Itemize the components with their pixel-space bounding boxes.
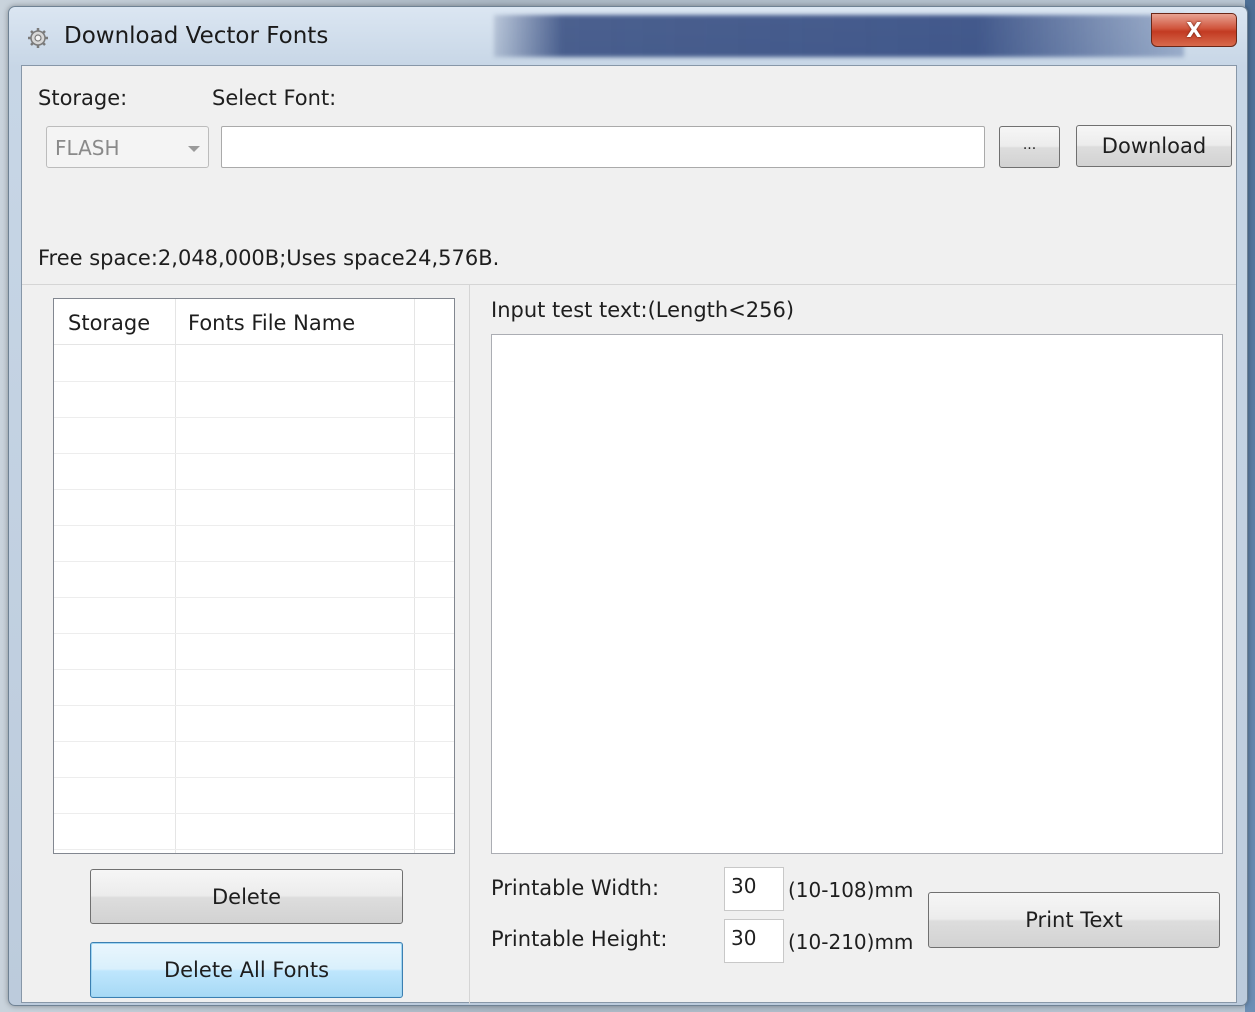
browse-button[interactable]: ...	[999, 126, 1060, 168]
grid-line	[54, 849, 454, 850]
gear-icon	[28, 28, 48, 48]
column-header-storage[interactable]: Storage	[68, 311, 150, 335]
delete-all-fonts-label: Delete All Fonts	[163, 958, 330, 982]
grid-line	[54, 489, 454, 490]
grid-line	[54, 741, 454, 742]
printable-width-input[interactable]: 30	[724, 867, 784, 911]
select-font-label: Select Font:	[212, 86, 337, 110]
printable-width-range: (10-108)mm	[788, 878, 914, 902]
delete-button-label: Delete	[212, 884, 281, 909]
download-button-label: Download	[1101, 134, 1207, 158]
grid-line	[54, 705, 454, 706]
delete-button[interactable]: Delete	[90, 869, 403, 924]
printable-height-input[interactable]: 30	[724, 919, 784, 963]
space-info: Free space:2,048,000B;Uses space24,576B.	[38, 246, 500, 270]
horizontal-divider	[22, 284, 1236, 285]
dialog-window: Download Vector Fonts X Storage: Select …	[8, 6, 1248, 1006]
test-text-area[interactable]	[491, 334, 1223, 854]
grid-line	[54, 777, 454, 778]
grid-line	[54, 669, 454, 670]
grid-line	[54, 381, 454, 382]
column-separator[interactable]	[175, 299, 176, 853]
close-icon: X	[1186, 18, 1202, 42]
title-glass	[494, 15, 1184, 57]
printable-width-label: Printable Width:	[491, 876, 660, 900]
title-bar[interactable]: Download Vector Fonts X	[9, 7, 1247, 65]
grid-line	[54, 453, 454, 454]
grid-line	[54, 633, 454, 634]
print-text-button[interactable]: Print Text	[928, 892, 1220, 948]
grid-line	[54, 417, 454, 418]
dialog-client-area: Storage: Select Font: FLASH ... Download…	[21, 65, 1237, 1004]
select-font-input[interactable]	[221, 126, 985, 168]
delete-all-fonts-button[interactable]: Delete All Fonts	[90, 942, 403, 998]
fonts-list-header: Storage Fonts File Name	[54, 299, 454, 345]
print-text-label: Print Text	[1025, 908, 1123, 932]
column-header-file-name[interactable]: Fonts File Name	[188, 311, 355, 335]
grid-line	[54, 561, 454, 562]
grid-line	[54, 597, 454, 598]
ellipsis-icon: ...	[1022, 137, 1037, 153]
test-text-label: Input test text:(Length<256)	[491, 298, 795, 322]
storage-combobox-value: FLASH	[55, 136, 120, 160]
printable-height-label: Printable Height:	[491, 927, 668, 951]
printable-height-range: (10-210)mm	[788, 930, 914, 954]
close-button[interactable]: X	[1151, 13, 1237, 47]
storage-combobox[interactable]: FLASH	[46, 126, 209, 168]
storage-label: Storage:	[38, 86, 128, 110]
download-button[interactable]: Download	[1076, 125, 1232, 167]
grid-line	[54, 813, 454, 814]
fonts-list[interactable]: Storage Fonts File Name	[53, 298, 455, 854]
grid-line	[54, 525, 454, 526]
chevron-down-icon	[188, 146, 200, 152]
window-title: Download Vector Fonts	[64, 23, 329, 49]
vertical-divider	[469, 285, 470, 1004]
column-separator[interactable]	[414, 299, 415, 853]
